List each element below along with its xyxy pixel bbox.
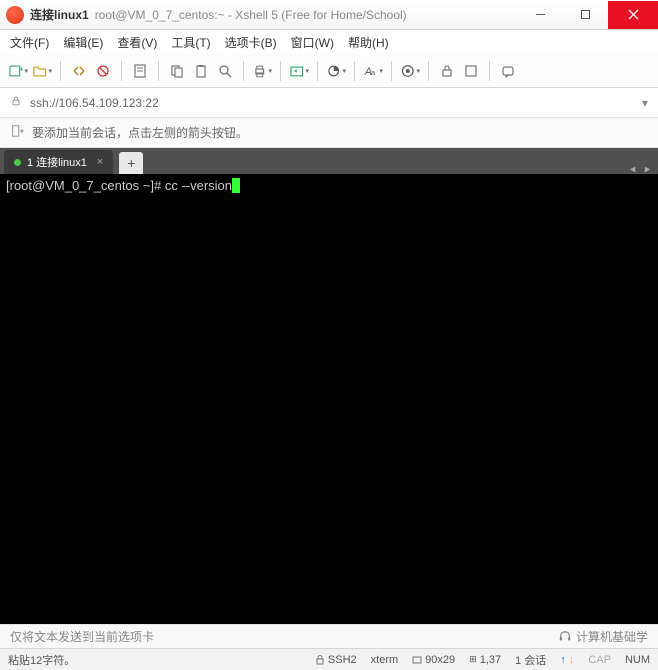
- tab-prev-icon[interactable]: ◄: [628, 164, 637, 174]
- menu-window[interactable]: 窗口(W): [291, 34, 334, 51]
- hint-bar: 要添加当前会话，点击左侧的箭头按钮。: [0, 118, 658, 148]
- menu-tools[interactable]: 工具(T): [171, 34, 210, 51]
- menu-help[interactable]: 帮助(H): [348, 34, 389, 51]
- status-num: NUM: [625, 654, 650, 666]
- window-controls: [518, 1, 658, 29]
- watermark-text: 计算机基础学: [576, 628, 648, 645]
- color-button[interactable]: ▾: [326, 61, 346, 81]
- status-traffic: ↑ ↓: [560, 654, 574, 666]
- properties-button[interactable]: [130, 61, 150, 81]
- font-button[interactable]: Aa▾: [363, 61, 383, 81]
- close-button[interactable]: [608, 1, 658, 29]
- new-session-button[interactable]: ▾: [8, 61, 28, 81]
- window-title-main: 连接linux1: [30, 6, 89, 23]
- tab-next-icon[interactable]: ►: [643, 164, 652, 174]
- status-bar: 粘贴12字符。 SSH2 xterm 90x29 ⊞ 1,37 1 会话 ↑ ↓…: [0, 648, 658, 670]
- script-button[interactable]: ▾: [400, 61, 420, 81]
- app-icon: [6, 6, 24, 24]
- menubar: 文件(F) 编辑(E) 查看(V) 工具(T) 选项卡(B) 窗口(W) 帮助(…: [0, 30, 658, 54]
- minimize-button[interactable]: [518, 1, 563, 29]
- status-caps: CAP: [588, 654, 611, 666]
- status-ssh: SSH2: [315, 654, 357, 666]
- reconnect-button[interactable]: [69, 61, 89, 81]
- help-button[interactable]: [498, 61, 518, 81]
- status-pos: ⊞ 1,37: [469, 654, 501, 666]
- tab-nav: ◄ ►: [628, 164, 652, 174]
- status-termtype: xterm: [371, 654, 399, 666]
- bookmark-arrow-icon[interactable]: [10, 124, 24, 141]
- headset-icon: [558, 630, 572, 644]
- send-mode-text: 仅将文本发送到当前选项卡: [10, 628, 154, 645]
- copy-button[interactable]: [167, 61, 187, 81]
- xftp-button[interactable]: ▾: [289, 61, 309, 81]
- find-button[interactable]: [215, 61, 235, 81]
- tab-bar: 1 连接linux1 × + ◄ ►: [0, 148, 658, 174]
- upload-arrow-icon: ↑: [560, 654, 566, 666]
- svg-text:a: a: [371, 67, 376, 76]
- window-title-sub: root@VM_0_7_centos:~ - Xshell 5 (Free fo…: [95, 8, 407, 22]
- disconnect-button[interactable]: [93, 61, 113, 81]
- lock-icon: [10, 95, 22, 110]
- prompt: [root@VM_0_7_centos ~]#: [6, 178, 165, 193]
- status-message: 粘贴12字符。: [8, 652, 301, 668]
- maximize-button[interactable]: [563, 1, 608, 29]
- menu-tabs[interactable]: 选项卡(B): [225, 34, 277, 51]
- size-icon: [412, 655, 422, 665]
- bottom-hint-bar: 仅将文本发送到当前选项卡 计算机基础学: [0, 624, 658, 648]
- watermark: 计算机基础学: [558, 628, 648, 645]
- hint-text: 要添加当前会话，点击左侧的箭头按钮。: [32, 124, 248, 141]
- session-tab[interactable]: 1 连接linux1 ×: [4, 150, 113, 174]
- tab-label: 1 连接linux1: [27, 154, 87, 170]
- status-session: 1 会话: [515, 652, 546, 668]
- address-text[interactable]: ssh://106.54.109.123:22: [30, 96, 634, 110]
- new-tab-button[interactable]: +: [119, 152, 143, 174]
- lock-icon: [315, 655, 325, 665]
- titlebar: 连接linux1 root@VM_0_7_centos:~ - Xshell 5…: [0, 0, 658, 30]
- download-arrow-icon: ↓: [569, 654, 575, 666]
- terminal[interactable]: [root@VM_0_7_centos ~]# cc --version: [0, 174, 658, 624]
- tab-close-icon[interactable]: ×: [97, 156, 103, 168]
- open-button[interactable]: ▾: [32, 61, 52, 81]
- print-button[interactable]: ▾: [252, 61, 272, 81]
- menu-edit[interactable]: 编辑(E): [63, 34, 103, 51]
- address-dropdown-icon[interactable]: ▾: [642, 96, 648, 110]
- toolbar: ▾ ▾ ▾ ▾ ▾ Aa▾ ▾: [0, 54, 658, 88]
- command-text: cc --version: [165, 178, 232, 193]
- status-size: 90x29: [412, 654, 455, 666]
- paste-button[interactable]: [191, 61, 211, 81]
- lock-button[interactable]: [437, 61, 457, 81]
- menu-file[interactable]: 文件(F): [10, 34, 49, 51]
- menu-view[interactable]: 查看(V): [117, 34, 157, 51]
- terminal-line: [root@VM_0_7_centos ~]# cc --version: [6, 178, 652, 193]
- terminal-cursor: [232, 178, 240, 193]
- connection-status-dot: [14, 159, 21, 166]
- address-bar: ssh://106.54.109.123:22 ▾: [0, 88, 658, 118]
- fullscreen-button[interactable]: [461, 61, 481, 81]
